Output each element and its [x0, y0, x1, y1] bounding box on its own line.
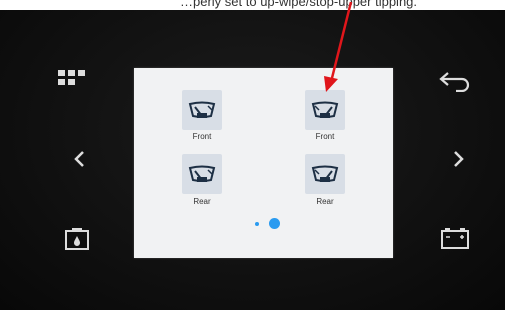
washer-fluid-icon [65, 228, 89, 250]
chevron-right-icon [454, 151, 464, 167]
wiper-rear-icon [188, 165, 216, 182]
menu-button[interactable] [56, 68, 96, 90]
rear-wiper-right-label: Rear [316, 197, 334, 206]
back-button[interactable] [438, 70, 472, 93]
wiper-front-icon [188, 101, 216, 118]
page-dot-1[interactable] [255, 222, 259, 226]
washer-fluid-button[interactable] [64, 227, 90, 251]
rear-wiper-left-label: Rear [193, 197, 211, 206]
lcd-screen: Front Front Rear Rear [134, 68, 393, 258]
next-button[interactable] [448, 149, 468, 169]
front-wiper-right-label: Front [315, 132, 335, 141]
back-arrow-icon [439, 72, 470, 93]
previous-button[interactable] [70, 149, 90, 169]
rear-wiper-right-tile[interactable] [305, 154, 345, 194]
top-caption: …perly set to up-wipe/stop-upper tipping… [180, 0, 418, 9]
device-panel: Front Front Rear Rear [0, 10, 505, 310]
grid-menu-icon [58, 70, 85, 85]
battery-button[interactable] [440, 226, 470, 250]
front-wiper-left-label: Front [192, 132, 212, 141]
front-wiper-right-tile[interactable] [305, 90, 345, 130]
rear-wiper-left-tile[interactable] [182, 154, 222, 194]
page-dot-2-active[interactable] [269, 218, 280, 229]
wiper-front-icon [311, 101, 339, 118]
wiper-rear-icon [311, 165, 339, 182]
chevron-left-icon [74, 151, 84, 167]
battery-icon [441, 228, 469, 249]
front-wiper-left-tile[interactable] [182, 90, 222, 130]
